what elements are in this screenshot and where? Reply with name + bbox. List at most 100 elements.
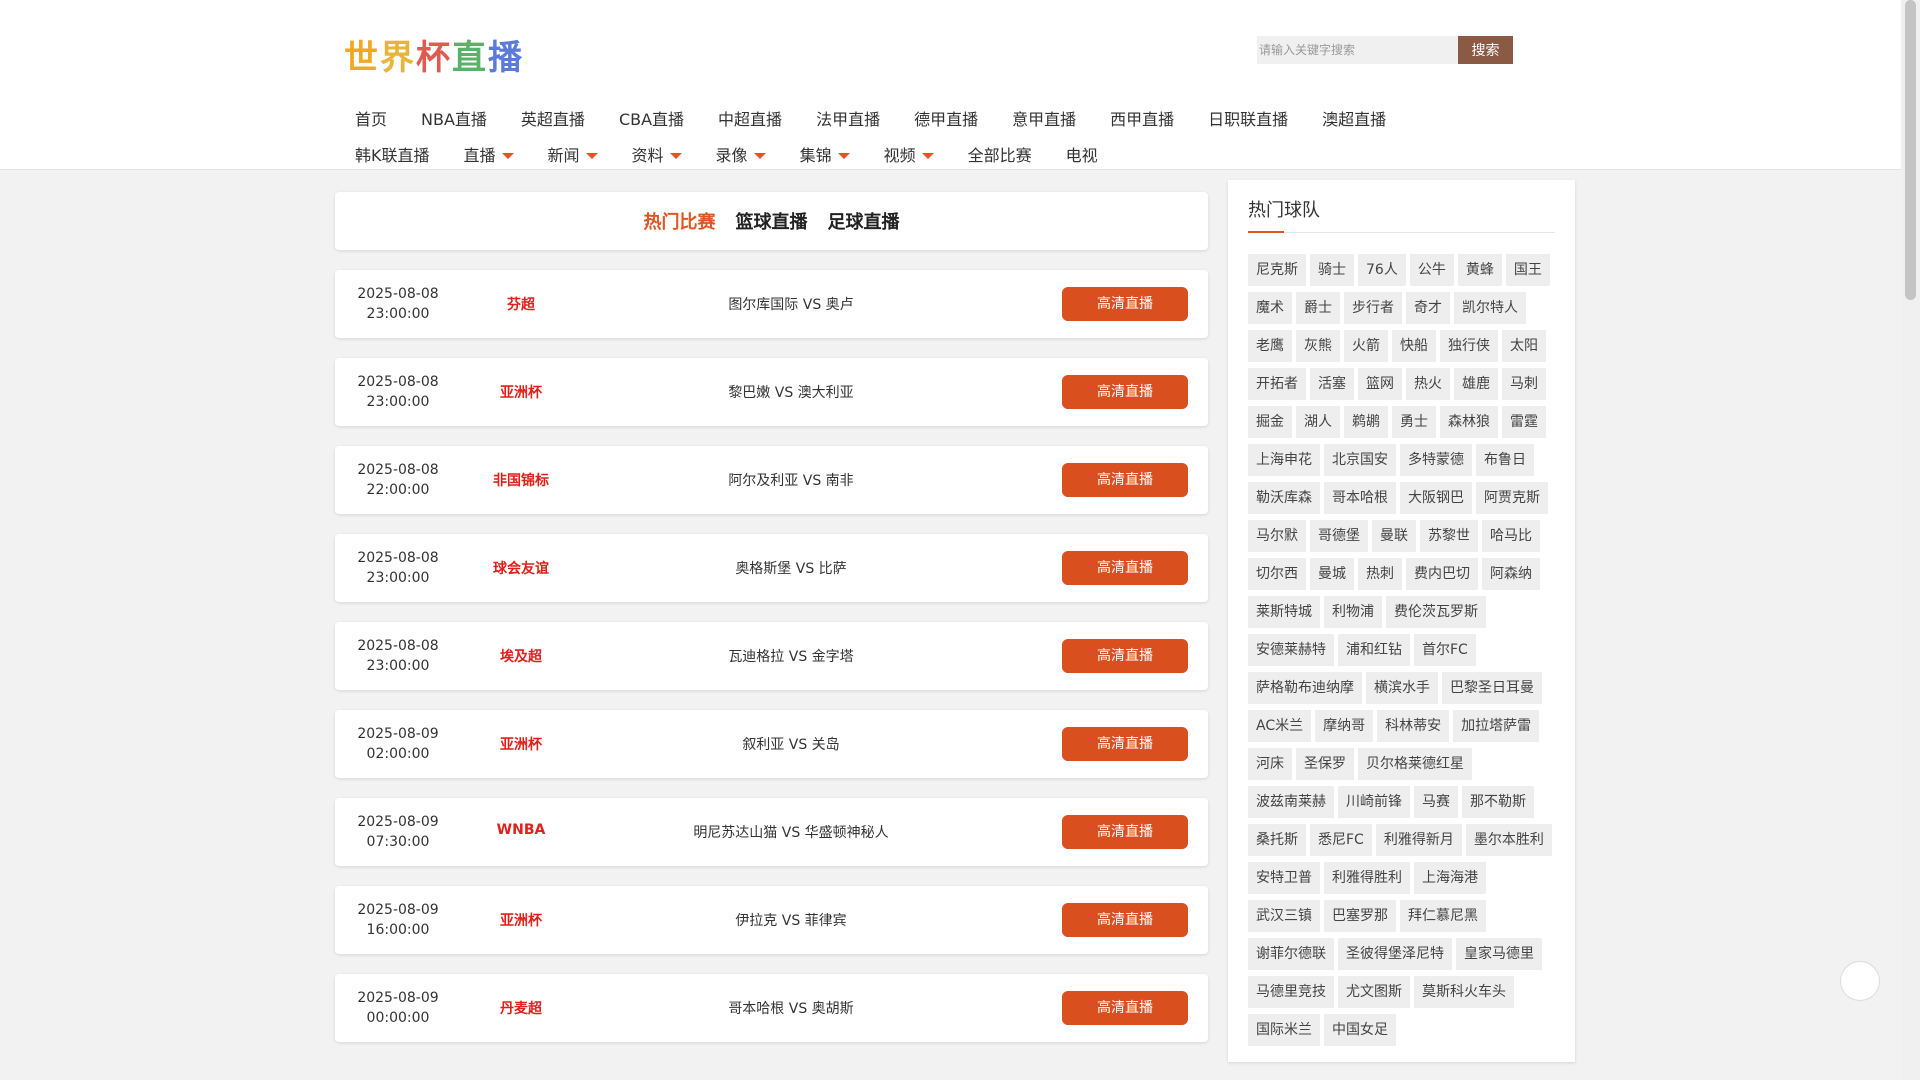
hd-live-button[interactable]: 高清直播 — [1062, 551, 1188, 585]
nav-link[interactable]: 法甲直播 — [799, 104, 897, 132]
nav-link[interactable]: 电视 — [1049, 140, 1115, 168]
nav-link[interactable]: 直播 — [447, 140, 531, 168]
hd-live-button[interactable]: 高清直播 — [1062, 375, 1188, 409]
match-league[interactable]: 亚洲杯 — [461, 382, 581, 402]
team-tag[interactable]: 骑士 — [1310, 254, 1354, 286]
team-tag[interactable]: 奇才 — [1406, 292, 1450, 324]
team-tag[interactable]: 勇士 — [1392, 406, 1436, 438]
team-tag[interactable]: 公牛 — [1409, 254, 1454, 286]
back-to-top-button[interactable] — [1840, 961, 1880, 1001]
team-tag[interactable]: 加拉塔萨雷 — [1453, 710, 1540, 742]
team-tag[interactable]: 桑托斯 — [1248, 824, 1306, 856]
team-tag[interactable]: 曼联 — [1372, 520, 1416, 552]
team-tag[interactable]: 波兹南莱赫 — [1248, 786, 1334, 818]
scrollbar-thumb[interactable] — [1905, 0, 1916, 300]
match-league[interactable]: 埃及超 — [461, 646, 581, 666]
nav-link[interactable]: 首页 — [338, 104, 404, 132]
team-tag[interactable]: 那不勒斯 — [1462, 786, 1534, 818]
team-tag[interactable]: 巴塞罗那 — [1324, 900, 1396, 932]
team-tag[interactable]: 利雅得新月 — [1375, 824, 1462, 856]
team-tag[interactable]: 尼克斯 — [1248, 254, 1306, 286]
nav-link[interactable]: 韩K联直播 — [338, 140, 447, 168]
team-tag[interactable]: 安特卫普 — [1248, 862, 1320, 894]
team-tag[interactable]: 首尔FC — [1414, 634, 1476, 666]
team-tag[interactable]: 国王 — [1505, 254, 1550, 286]
nav-link[interactable]: 意甲直播 — [995, 104, 1093, 132]
team-tag[interactable]: 中国女足 — [1324, 1014, 1396, 1046]
nav-link[interactable]: 西甲直播 — [1093, 104, 1191, 132]
team-tag[interactable]: 河床 — [1248, 748, 1292, 780]
team-tag[interactable]: 贝尔格莱德红星 — [1358, 748, 1472, 780]
team-tag[interactable]: 快船 — [1392, 330, 1436, 362]
team-tag[interactable]: 哈马比 — [1482, 520, 1540, 552]
nav-link[interactable]: 视频 — [867, 140, 951, 168]
nav-link[interactable]: 德甲直播 — [897, 104, 995, 132]
site-logo[interactable]: 世 界 杯 直 播 — [344, 30, 524, 79]
tab-hot-matches[interactable]: 热门比赛 — [644, 208, 716, 234]
team-tag[interactable]: AC米兰 — [1248, 710, 1312, 742]
nav-link[interactable]: 澳超直播 — [1305, 104, 1403, 132]
team-tag[interactable]: 热刺 — [1358, 558, 1402, 590]
nav-link[interactable]: 中超直播 — [701, 104, 799, 132]
team-tag[interactable]: 森林狼 — [1440, 406, 1498, 438]
match-league[interactable]: 非国锦标 — [461, 470, 581, 490]
team-tag[interactable]: 凯尔特人 — [1454, 292, 1526, 324]
tab-football-live[interactable]: 足球直播 — [828, 208, 900, 234]
team-tag[interactable]: 马德里竞技 — [1248, 976, 1334, 1008]
team-tag[interactable]: 横滨水手 — [1366, 672, 1438, 704]
match-league[interactable]: 芬超 — [461, 294, 581, 314]
team-tag[interactable]: 尤文图斯 — [1338, 976, 1410, 1008]
team-tag[interactable]: 马刺 — [1502, 368, 1546, 400]
team-tag[interactable]: 开拓者 — [1248, 368, 1306, 400]
team-tag[interactable]: 北京国安 — [1324, 444, 1396, 476]
team-tag[interactable]: 马尔默 — [1248, 520, 1306, 552]
match-league[interactable]: 亚洲杯 — [461, 910, 581, 930]
match-league[interactable]: 亚洲杯 — [461, 734, 581, 754]
team-tag[interactable]: 掘金 — [1248, 406, 1292, 438]
team-tag[interactable]: 科林蒂安 — [1377, 710, 1450, 742]
team-tag[interactable]: 黄蜂 — [1457, 254, 1502, 286]
hd-live-button[interactable]: 高清直播 — [1062, 463, 1188, 497]
team-tag[interactable]: 苏黎世 — [1420, 520, 1478, 552]
hd-live-button[interactable]: 高清直播 — [1062, 727, 1188, 761]
team-tag[interactable]: 国际米兰 — [1248, 1014, 1320, 1046]
team-tag[interactable]: 76人 — [1358, 254, 1406, 286]
search-button[interactable]: 搜索 — [1458, 36, 1513, 64]
team-tag[interactable]: 多特蒙德 — [1400, 444, 1472, 476]
team-tag[interactable]: 太阳 — [1502, 330, 1546, 362]
match-league[interactable]: 球会友谊 — [461, 558, 581, 578]
team-tag[interactable]: 雷霆 — [1502, 406, 1546, 438]
team-tag[interactable]: 大阪钢巴 — [1400, 482, 1472, 514]
team-tag[interactable]: 马赛 — [1414, 786, 1458, 818]
nav-link[interactable]: 英超直播 — [504, 104, 602, 132]
nav-link[interactable]: 全部比赛 — [951, 140, 1049, 168]
team-tag[interactable]: 活塞 — [1310, 368, 1354, 400]
hd-live-button[interactable]: 高清直播 — [1062, 991, 1188, 1025]
team-tag[interactable]: 鹈鹕 — [1344, 406, 1388, 438]
team-tag[interactable]: 上海申花 — [1248, 444, 1320, 476]
nav-link[interactable]: 新闻 — [531, 140, 615, 168]
team-tag[interactable]: 上海海港 — [1414, 862, 1486, 894]
team-tag[interactable]: 灰熊 — [1296, 330, 1340, 362]
team-tag[interactable]: 爵士 — [1296, 292, 1340, 324]
team-tag[interactable]: 浦和红钻 — [1338, 634, 1410, 666]
tab-basketball-live[interactable]: 篮球直播 — [736, 208, 808, 234]
team-tag[interactable]: 莫斯科火车头 — [1414, 976, 1514, 1008]
team-tag[interactable]: 皇家马德里 — [1456, 938, 1542, 970]
search-input[interactable] — [1257, 36, 1458, 64]
team-tag[interactable]: 热火 — [1406, 368, 1450, 400]
hd-live-button[interactable]: 高清直播 — [1062, 815, 1188, 849]
team-tag[interactable]: 利物浦 — [1324, 596, 1382, 628]
team-tag[interactable]: 阿森纳 — [1482, 558, 1540, 590]
team-tag[interactable]: 悉尼FC — [1310, 824, 1372, 856]
team-tag[interactable]: 武汉三镇 — [1248, 900, 1320, 932]
team-tag[interactable]: 谢菲尔德联 — [1248, 938, 1334, 970]
team-tag[interactable]: 利雅得胜利 — [1324, 862, 1410, 894]
team-tag[interactable]: 步行者 — [1344, 292, 1402, 324]
team-tag[interactable]: 莱斯特城 — [1248, 596, 1320, 628]
team-tag[interactable]: 魔术 — [1248, 292, 1292, 324]
team-tag[interactable]: 独行侠 — [1440, 330, 1498, 362]
hd-live-button[interactable]: 高清直播 — [1062, 287, 1188, 321]
nav-link[interactable]: NBA直播 — [404, 104, 504, 132]
nav-link[interactable]: 录像 — [699, 140, 783, 168]
